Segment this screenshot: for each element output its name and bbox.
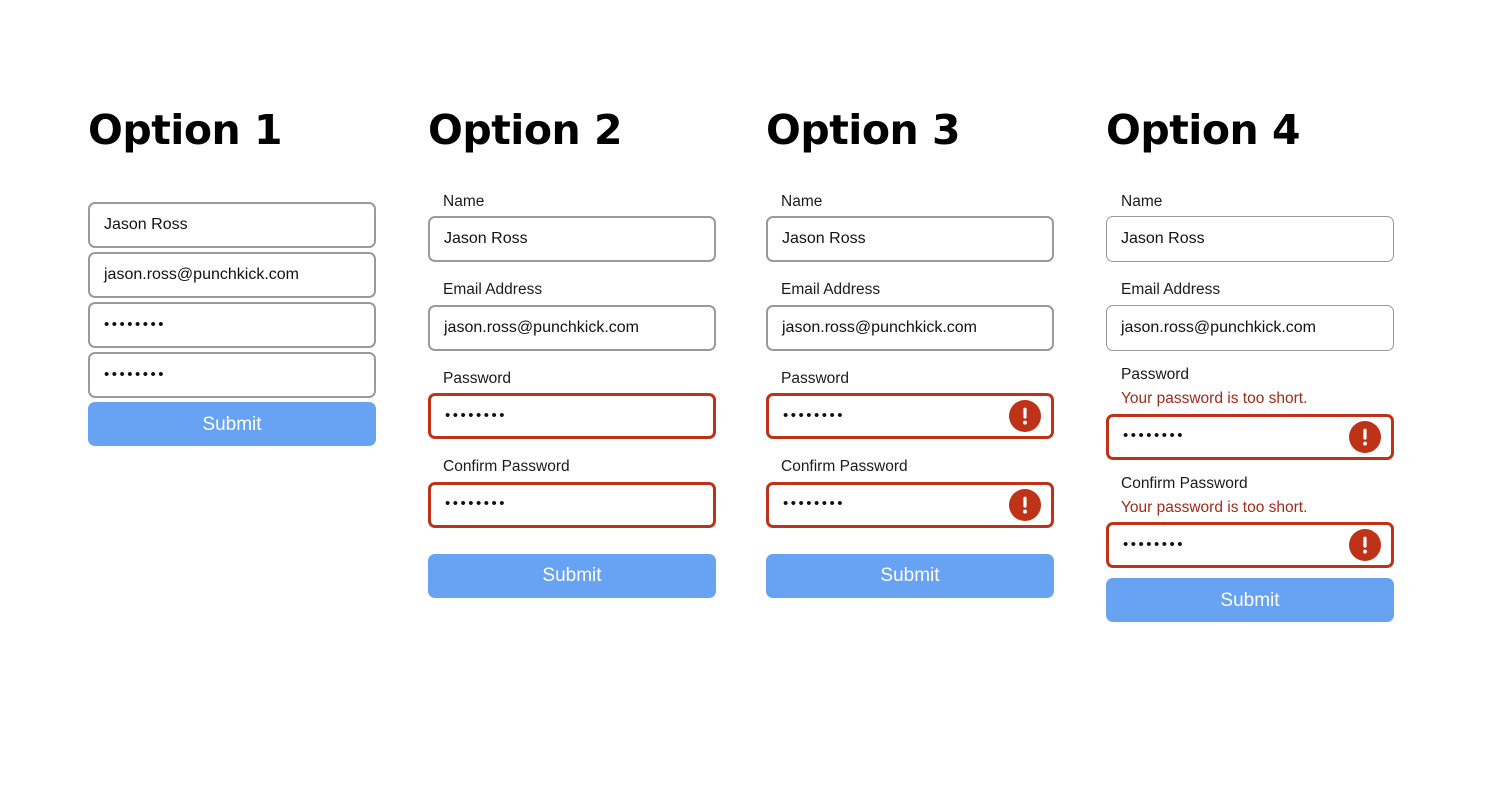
confirm-password-input[interactable]: •••••••• [88,352,376,398]
submit-button[interactable]: Submit [766,553,1054,598]
email-label: Email Address [443,281,543,299]
column-option-2: Option 2 Name Jason Ross Email Address j… [428,106,768,598]
error-exclamation-circle-icon [1349,420,1381,453]
password-label: Password [443,369,512,387]
email-input[interactable]: jason.ross@punchkick.com [428,304,716,351]
form-option-1: Jason Ross jason.ross@punchkick.com ••••… [88,202,376,446]
submit-button[interactable]: Submit [428,553,716,598]
error-exclamation-circle-icon [1009,400,1041,433]
field-group-password: Password •••••••• [428,369,716,440]
name-input[interactable]: Jason Ross [1106,216,1394,263]
password-input-value: •••••••• [104,315,167,333]
error-exclamation-circle-icon [1009,488,1041,521]
password-input[interactable]: •••••••• [1106,413,1394,460]
name-input-value: Jason Ross [104,216,188,233]
name-input-value: Jason Ross [1121,230,1205,248]
field-group-password: Password Your password is too short. •••… [1106,365,1394,460]
email-input[interactable]: jason.ross@punchkick.com [766,304,1054,351]
column-option-1: Option 1 Jason Ross jason.ross@punchkick… [88,106,428,446]
confirm-password-error-message: Your password is too short. [1121,498,1308,516]
page-title-option-3: Option 3 [766,106,961,154]
password-input-value: •••••••• [445,406,508,424]
field-group-name: Name Jason Ross [1106,192,1394,263]
form-option-3: Name Jason Ross Email Address jason.ross… [766,192,1054,598]
email-input[interactable]: jason.ross@punchkick.com [88,252,376,298]
field-group-email: jason.ross@punchkick.com [88,252,376,298]
field-group-email: Email Address jason.ross@punchkick.com [428,280,716,351]
email-label: Email Address [781,281,881,299]
name-input[interactable]: Jason Ross [88,202,376,248]
name-input-value: Jason Ross [444,230,528,248]
password-input-value: •••••••• [1123,427,1186,444]
form-option-2: Name Jason Ross Email Address jason.ross… [428,192,716,598]
password-input[interactable]: •••••••• [428,393,716,440]
password-input-value: •••••••• [783,406,846,424]
confirm-password-label: Confirm Password [443,458,570,476]
field-group-name: Jason Ross [88,202,376,248]
submit-button[interactable]: Submit [88,402,376,446]
email-input-value: jason.ross@punchkick.com [1121,318,1316,336]
password-label: Password [781,369,850,387]
field-group-email: Email Address jason.ross@punchkick.com [766,280,1054,351]
password-input[interactable]: •••••••• [766,393,1054,440]
field-group-confirm-password: Confirm Password Your password is too sh… [1106,474,1394,569]
field-group-password: •••••••• [88,302,376,348]
page-title-option-4: Option 4 [1106,106,1301,154]
email-input-value: jason.ross@punchkick.com [782,318,977,336]
page-title-option-1: Option 1 [88,106,283,154]
confirm-password-input-value: •••••••• [783,495,846,512]
field-group-name: Name Jason Ross [766,192,1054,263]
email-input-value: jason.ross@punchkick.com [104,266,299,283]
name-label: Name [1121,193,1163,210]
name-input-value: Jason Ross [782,230,866,248]
page-title-option-2: Option 2 [428,106,623,154]
field-group-password: Password •••••••• [766,369,1054,440]
field-group-confirm-password: Confirm Password •••••••• [428,457,716,528]
field-group-confirm-password: •••••••• [88,352,376,398]
confirm-password-input[interactable]: •••••••• [428,481,716,528]
name-input[interactable]: Jason Ross [766,216,1054,263]
email-label: Email Address [1121,281,1221,299]
password-error-message: Your password is too short. [1121,390,1308,408]
column-option-4: Option 4 Name Jason Ross Email Address j… [1106,106,1446,623]
name-label: Name [781,193,823,210]
error-exclamation-circle-icon [1349,529,1381,562]
password-input[interactable]: •••••••• [88,302,376,348]
confirm-password-input[interactable]: •••••••• [766,481,1054,528]
submit-button[interactable]: Submit [1106,578,1394,623]
confirm-password-label: Confirm Password [1121,474,1248,492]
column-option-3: Option 3 Name Jason Ross Email Address j… [766,106,1106,598]
confirm-password-input-value: •••••••• [1123,535,1186,553]
field-group-name: Name Jason Ross [428,192,716,263]
email-input[interactable]: jason.ross@punchkick.com [1106,304,1394,351]
name-label: Name [443,193,485,210]
confirm-password-label: Confirm Password [781,458,908,476]
name-input[interactable]: Jason Ross [428,216,716,263]
confirm-password-input[interactable]: •••••••• [1106,522,1394,569]
confirm-password-input-value: •••••••• [445,495,508,512]
email-input-value: jason.ross@punchkick.com [444,318,639,336]
field-group-confirm-password: Confirm Password •••••••• [766,457,1054,528]
form-option-4: Name Jason Ross Email Address jason.ross… [1106,192,1394,623]
field-group-email: Email Address jason.ross@punchkick.com [1106,280,1394,351]
confirm-password-input-value: •••••••• [104,365,167,383]
password-label: Password [1121,365,1190,383]
form-variants-board: Option 1 Jason Ross jason.ross@punchkick… [0,0,1500,788]
